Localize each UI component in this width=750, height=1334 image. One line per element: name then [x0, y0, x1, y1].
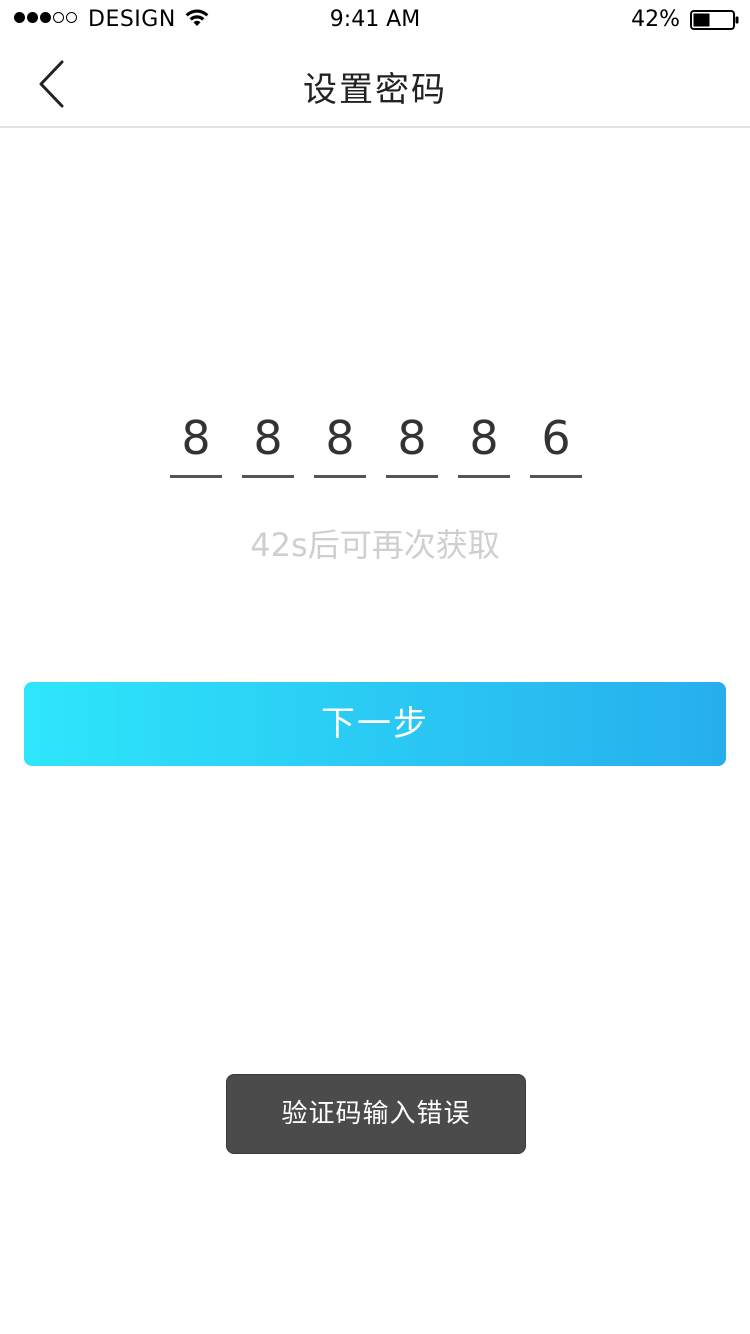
error-toast: 验证码输入错误	[226, 1074, 526, 1154]
code-digit: 8	[397, 411, 427, 465]
code-digit: 8	[181, 411, 211, 465]
code-digit-box[interactable]: 8	[242, 410, 294, 478]
verification-code-input[interactable]: 8 8 8 8 8 6	[170, 410, 590, 480]
code-underline	[458, 475, 510, 478]
status-bar: DESIGN 9:41 AM 42%	[0, 0, 750, 40]
code-digit-box[interactable]: 8	[314, 410, 366, 478]
code-underline	[314, 475, 366, 478]
code-digit-box[interactable]: 8	[386, 410, 438, 478]
next-step-button[interactable]: 下一步	[24, 682, 726, 766]
code-digit: 8	[253, 411, 283, 465]
code-underline	[242, 475, 294, 478]
battery-percent: 42%	[631, 7, 680, 32]
code-digit-box[interactable]: 8	[170, 410, 222, 478]
code-digit: 8	[325, 411, 355, 465]
code-digit-box[interactable]: 8	[458, 410, 510, 478]
code-digit: 8	[469, 411, 499, 465]
code-underline	[386, 475, 438, 478]
code-digit-box[interactable]: 6	[530, 410, 582, 478]
code-underline	[530, 475, 582, 478]
code-digit: 6	[541, 411, 571, 465]
resend-countdown: 42s后可再次获取	[250, 526, 500, 564]
page-title: 设置密码	[303, 70, 447, 110]
code-underline	[170, 475, 222, 478]
navigation-bar: 设置密码	[0, 40, 750, 128]
battery-icon	[690, 10, 739, 30]
